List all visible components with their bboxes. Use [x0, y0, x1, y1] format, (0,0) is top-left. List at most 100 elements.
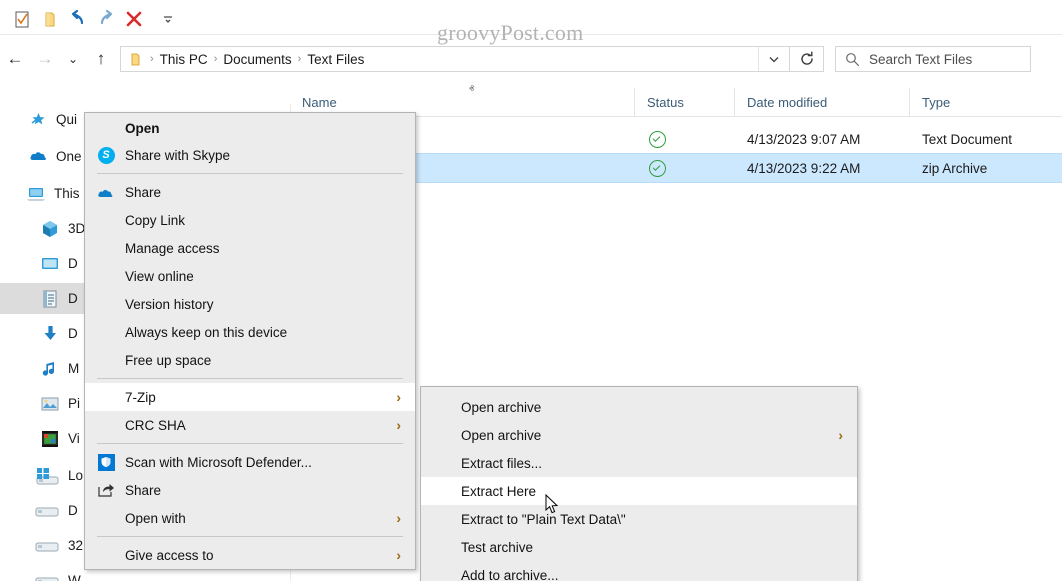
menu-item-manage-access[interactable]: Manage access	[85, 234, 415, 262]
menu-separator	[97, 536, 403, 537]
file-type-cell: zip Archive	[922, 160, 988, 176]
menu-item-label: 7-Zip	[125, 389, 156, 405]
column-header-status[interactable]: Status	[635, 88, 735, 116]
sidebar-item-label: M	[68, 361, 80, 376]
chevron-right-icon: ›	[396, 389, 401, 405]
address-bar-row: ← → ⌄ ↑ › This PC › Documents › Text Fil…	[0, 38, 1062, 80]
submenu-item-extract-to-folder[interactable]: Extract to "Plain Text Data\"	[421, 505, 857, 533]
search-input[interactable]: Search Text Files	[835, 46, 1031, 72]
videos-icon	[40, 429, 60, 449]
menu-item-label: Share with Skype	[125, 147, 231, 163]
sidebar-item-label: Vi	[68, 431, 80, 446]
submenu-item-test-archive[interactable]: Test archive	[421, 533, 857, 561]
sidebar-item-label: W	[68, 573, 81, 581]
menu-item-label: Free up space	[125, 352, 212, 368]
menu-item-label: Extract Here	[461, 483, 537, 499]
menu-item-label: Share	[125, 482, 162, 498]
skype-icon: S	[95, 145, 117, 165]
menu-item-open[interactable]: Open	[85, 113, 415, 141]
refresh-button[interactable]	[790, 46, 824, 72]
sidebar-item-label: Pi	[68, 396, 81, 411]
menu-item-label: Open archive	[461, 427, 542, 443]
submenu-item-open-archive-with[interactable]: Open archive ›	[421, 421, 857, 449]
menu-item-view-online[interactable]: View online	[85, 262, 415, 290]
mouse-cursor	[545, 493, 559, 518]
submenu-item-open-archive[interactable]: Open archive	[421, 393, 857, 421]
menu-item-label: Add to archive...	[461, 567, 559, 581]
recent-locations-button[interactable]: ⌄	[60, 38, 86, 80]
breadcrumb-item-documents[interactable]: Documents	[219, 52, 295, 67]
pin-star-icon	[28, 110, 48, 130]
menu-item-free-up-space[interactable]: Free up space	[85, 346, 415, 374]
menu-item-label: Version history	[125, 296, 214, 312]
menu-item-7-zip[interactable]: 7-Zip ›	[85, 383, 415, 411]
context-menu: Open S Share with Skype Share Copy Link …	[84, 112, 416, 570]
menu-item-label: Scan with Microsoft Defender...	[125, 454, 312, 470]
sidebar-item-label: This	[54, 186, 80, 201]
menu-item-label: CRC SHA	[125, 417, 186, 433]
menu-item-version-history[interactable]: Version history	[85, 290, 415, 318]
submenu-item-extract-here[interactable]: Extract Here	[421, 477, 857, 505]
back-button[interactable]: ←	[0, 38, 30, 80]
menu-item-copy-link[interactable]: Copy Link	[85, 206, 415, 234]
downloads-icon	[40, 324, 60, 344]
folder-icon	[129, 52, 144, 67]
share-arrow-icon	[95, 480, 117, 500]
address-bar[interactable]: › This PC › Documents › Text Files	[120, 46, 790, 72]
search-icon	[845, 52, 860, 67]
menu-item-label: Open	[125, 120, 160, 136]
column-header-date-modified[interactable]: Date modified	[735, 88, 910, 116]
sidebar-item-label: D	[68, 326, 78, 341]
delete-icon[interactable]	[120, 6, 148, 32]
sidebar-item-label: Lo	[68, 468, 84, 483]
drive-icon	[34, 501, 60, 521]
menu-separator	[97, 378, 403, 379]
sidebar-item-label: Qui	[56, 112, 78, 127]
desktop-icon	[40, 254, 60, 274]
customize-chevron-icon[interactable]	[154, 6, 182, 32]
submenu-item-add-to-archive[interactable]: Add to archive...	[421, 561, 857, 581]
breadcrumb-item-this-pc[interactable]: This PC	[156, 52, 212, 67]
file-date-cell: 4/13/2023 9:22 AM	[747, 160, 861, 176]
menu-item-label: View online	[125, 268, 194, 284]
drive-icon	[34, 536, 60, 556]
new-folder-icon[interactable]	[36, 6, 64, 32]
redo-icon[interactable]	[92, 6, 120, 32]
sidebar-item-label: 32	[68, 538, 84, 553]
onedrive-cloud-icon	[95, 182, 117, 202]
menu-item-crc-sha[interactable]: CRC SHA ›	[85, 411, 415, 439]
file-date-cell: 4/13/2023 9:07 AM	[747, 131, 861, 147]
pictures-icon	[40, 394, 60, 414]
menu-separator	[97, 443, 403, 444]
chevron-right-icon: ›	[396, 510, 401, 526]
onedrive-cloud-icon	[28, 147, 48, 167]
up-button[interactable]: ↑	[86, 38, 116, 80]
submenu-item-extract-files[interactable]: Extract files...	[421, 449, 857, 477]
breadcrumb-item-text-files[interactable]: Text Files	[303, 52, 368, 67]
menu-item-label: Always keep on this device	[125, 324, 288, 340]
menu-item-share-2[interactable]: Share	[85, 476, 415, 504]
breadcrumb-separator-1[interactable]: ›	[212, 53, 220, 65]
menu-item-share-with-skype[interactable]: S Share with Skype	[85, 141, 415, 169]
properties-icon[interactable]	[8, 6, 36, 32]
menu-item-label: Copy Link	[125, 212, 186, 228]
forward-button[interactable]: →	[30, 38, 60, 80]
menu-item-give-access-to[interactable]: Give access to ›	[85, 541, 415, 569]
windows-drive-icon	[34, 466, 60, 486]
address-dropdown-icon[interactable]	[758, 47, 789, 71]
chevron-right-icon: ›	[396, 417, 401, 433]
defender-shield-icon	[95, 452, 117, 472]
breadcrumb-separator-2[interactable]: ›	[296, 53, 304, 65]
sync-check-icon	[649, 130, 666, 148]
undo-icon[interactable]	[64, 6, 92, 32]
chevron-right-icon: ›	[838, 427, 843, 443]
sync-check-icon	[649, 159, 666, 177]
menu-item-share[interactable]: Share	[85, 178, 415, 206]
breadcrumb: › This PC › Documents › Text Files	[121, 47, 758, 71]
menu-item-always-keep-on-this-device[interactable]: Always keep on this device	[85, 318, 415, 346]
menu-item-label: Extract files...	[461, 455, 543, 471]
menu-item-open-with[interactable]: Open with ›	[85, 504, 415, 532]
column-header-type[interactable]: Type	[910, 88, 1062, 116]
menu-item-scan-with-microsoft-defender[interactable]: Scan with Microsoft Defender...	[85, 448, 415, 476]
submenu-7zip: Open archive Open archive › Extract file…	[420, 386, 858, 581]
